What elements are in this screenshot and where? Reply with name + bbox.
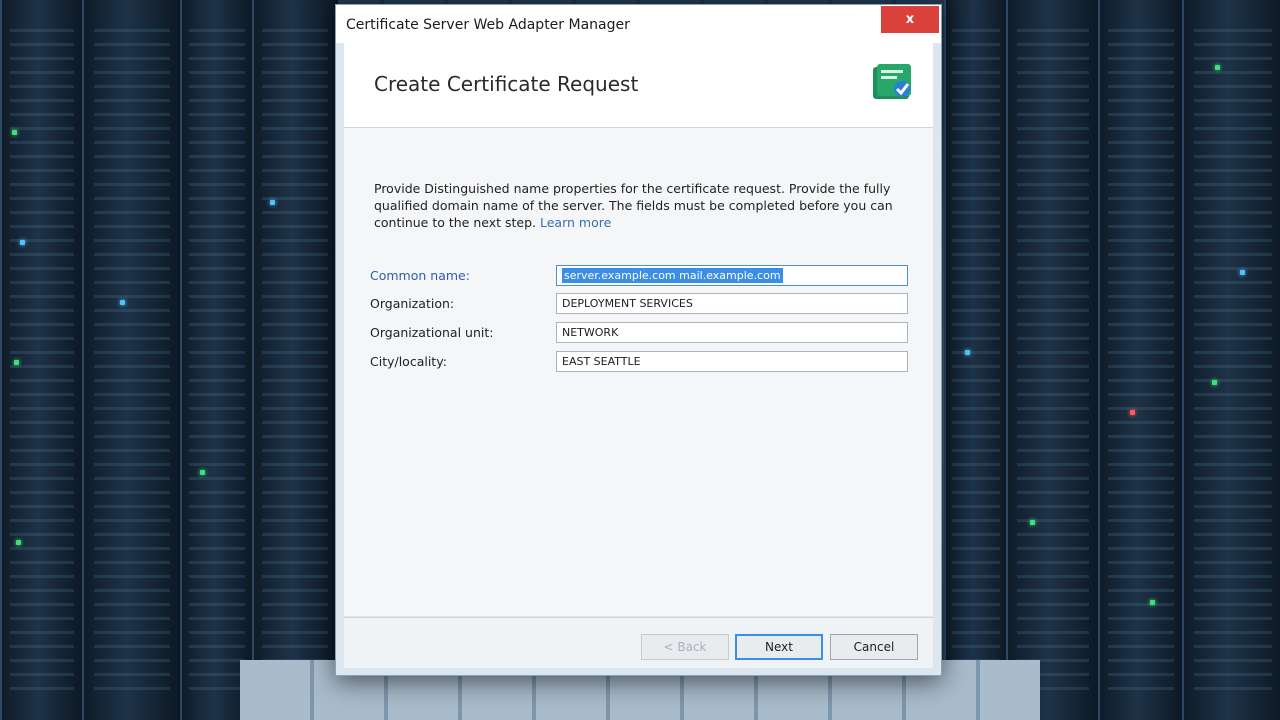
- city-locality-value: EAST SEATTLE: [562, 355, 641, 368]
- organization-label: Organization:: [370, 296, 455, 311]
- common-name-value: server.example.com mail.example.com: [562, 268, 783, 283]
- cancel-button[interactable]: Cancel: [830, 634, 918, 660]
- page-title: Create Certificate Request: [374, 72, 639, 96]
- status-led: [20, 240, 25, 245]
- organizational-unit-input[interactable]: NETWORK: [556, 322, 908, 343]
- city-locality-label: City/locality:: [370, 354, 447, 369]
- status-led: [120, 300, 125, 305]
- wizard-footer: < Back Next Cancel: [344, 617, 933, 668]
- status-led: [1212, 380, 1217, 385]
- status-led: [1150, 600, 1155, 605]
- next-button[interactable]: Next: [735, 634, 823, 660]
- organization-value: DEPLOYMENT SERVICES: [562, 297, 693, 310]
- title-bar: Certificate Server Web Adapter Manager x: [336, 5, 941, 43]
- close-button[interactable]: x: [881, 6, 939, 33]
- back-button[interactable]: < Back: [641, 634, 729, 660]
- organizational-unit-value: NETWORK: [562, 326, 619, 339]
- status-led: [16, 540, 21, 545]
- status-led: [1030, 520, 1035, 525]
- status-led: [1130, 410, 1135, 415]
- wizard-header: Create Certificate Request: [344, 43, 933, 128]
- server-rack: [82, 0, 181, 720]
- certificate-request-dialog: Certificate Server Web Adapter Manager x…: [335, 4, 942, 676]
- city-locality-input[interactable]: EAST SEATTLE: [556, 351, 908, 372]
- status-led: [965, 350, 970, 355]
- status-led: [270, 200, 275, 205]
- instructions-body: Provide Distinguished name properties fo…: [374, 181, 893, 230]
- organizational-unit-label: Organizational unit:: [370, 325, 494, 340]
- server-rack: [0, 0, 84, 720]
- status-led: [1215, 65, 1220, 70]
- server-rack: [1182, 0, 1280, 720]
- status-led: [200, 470, 205, 475]
- status-led: [1240, 270, 1245, 275]
- instructions-text: Provide Distinguished name properties fo…: [374, 180, 904, 231]
- wizard-content: Provide Distinguished name properties fo…: [344, 128, 933, 616]
- learn-more-link[interactable]: Learn more: [540, 215, 611, 230]
- server-rack: [944, 0, 1008, 720]
- status-led: [12, 130, 17, 135]
- server-rack: [180, 0, 254, 720]
- organization-input[interactable]: DEPLOYMENT SERVICES: [556, 293, 908, 314]
- window-title: Certificate Server Web Adapter Manager: [346, 17, 630, 33]
- status-led: [14, 360, 19, 365]
- common-name-label: Common name:: [370, 268, 470, 283]
- close-icon: x: [905, 12, 915, 27]
- certificate-icon: [873, 64, 911, 99]
- server-rack: [252, 0, 338, 720]
- server-rack: [1006, 0, 1100, 720]
- server-rack: [1098, 0, 1184, 720]
- common-name-input[interactable]: server.example.com mail.example.com: [556, 265, 908, 286]
